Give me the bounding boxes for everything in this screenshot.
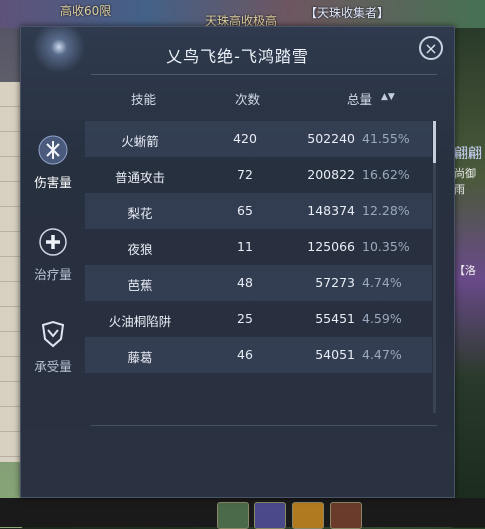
armor-icon (41, 320, 65, 348)
percent-cell: 10.35% (362, 239, 410, 254)
percent-cell: 4.59% (362, 311, 402, 326)
percent-cell: 12.28% (362, 203, 410, 218)
total-cell: 148374 (307, 203, 355, 218)
scrollbar-thumb[interactable] (433, 121, 436, 163)
total-cell: 200822 (307, 167, 355, 182)
total-cell: 55451 (315, 311, 355, 326)
skill-name-cell: 芭蕉 (127, 278, 153, 293)
tab-damage-label: 伤害量 (34, 175, 72, 190)
table-row: 普通攻击 72 200822 16.62% (85, 157, 432, 193)
total-cell: 125066 (307, 239, 355, 254)
tab-damage-taken-label: 承受量 (34, 359, 72, 374)
heal-cross-icon (39, 228, 67, 256)
skill-slot-3[interactable] (292, 502, 324, 529)
count-cell: 72 (237, 167, 253, 182)
table-header: 技能 次数 总量 ▲▼ (85, 89, 438, 109)
table-row: 夜狼 11 125066 10.35% (85, 229, 432, 265)
skill-name-cell: 火油桐陷阱 (108, 314, 172, 329)
percent-cell: 4.74% (362, 275, 402, 290)
game-top-text-1: 高收60限 (60, 4, 112, 18)
table-row: 芭蕉 48 57273 4.74% (85, 265, 432, 301)
skill-slot-2[interactable] (254, 502, 286, 529)
skill-slot-4[interactable] (330, 502, 362, 529)
total-cell: 54051 (315, 347, 355, 362)
skill-name-cell: 夜狼 (127, 242, 153, 257)
game-right-text-3: 【洛 (454, 264, 476, 277)
panel-title: 乂鸟飞绝-飞鸿踏雪 (166, 47, 309, 66)
table-row: 火蜥箭 420 502240 41.55% (85, 121, 432, 157)
header-total[interactable]: 总量 (347, 89, 372, 108)
game-left-list (0, 82, 22, 462)
bottom-divider (91, 425, 437, 426)
tab-healing[interactable]: 治疗量 (21, 227, 85, 297)
damage-stats-panel: 乂鸟飞绝-飞鸿踏雪 × 伤害量 治疗量 承受量 技能 次数 总量 ▲▼ 火蜥箭 … (20, 26, 455, 498)
table-row: 梨花 65 148374 12.28% (85, 193, 432, 229)
count-cell: 25 (237, 311, 253, 326)
count-cell: 420 (233, 131, 257, 146)
total-cell: 57273 (315, 275, 355, 290)
skill-name-cell: 梨花 (127, 206, 153, 221)
sword-shield-icon (38, 135, 68, 165)
table-row: 藤葛 46 54051 4.47% (85, 337, 432, 373)
skill-name-cell: 普通攻击 (114, 170, 165, 185)
tab-damage[interactable]: 伤害量 (21, 135, 85, 205)
count-cell: 48 (237, 275, 253, 290)
skill-name-cell: 藤葛 (127, 350, 153, 365)
tab-damage-taken[interactable]: 承受量 (21, 319, 85, 389)
total-cell: 502240 (307, 131, 355, 146)
skill-name-cell: 火蜥箭 (121, 134, 159, 149)
scrollbar-track[interactable] (433, 121, 436, 413)
title-divider (91, 74, 437, 75)
skill-slot-1[interactable] (217, 502, 249, 529)
game-right-text-1: 翩翩 (454, 146, 482, 162)
game-right-text-2: 尚御雨 (454, 167, 476, 196)
percent-cell: 4.47% (362, 347, 402, 362)
tab-healing-label: 治疗量 (34, 267, 72, 282)
close-button[interactable]: × (419, 36, 443, 60)
sort-icon[interactable]: ▲▼ (381, 92, 395, 102)
table-row: 火油桐陷阱 25 55451 4.59% (85, 301, 432, 337)
percent-cell: 41.55% (362, 131, 410, 146)
count-cell: 65 (237, 203, 253, 218)
header-skill: 技能 (131, 92, 157, 107)
count-cell: 46 (237, 347, 253, 362)
percent-cell: 16.62% (362, 167, 410, 182)
header-count: 次数 (235, 92, 261, 107)
count-cell: 11 (237, 239, 253, 254)
game-top-text-3: 【天珠收集者】 (305, 6, 390, 20)
game-right-scene (452, 28, 485, 528)
